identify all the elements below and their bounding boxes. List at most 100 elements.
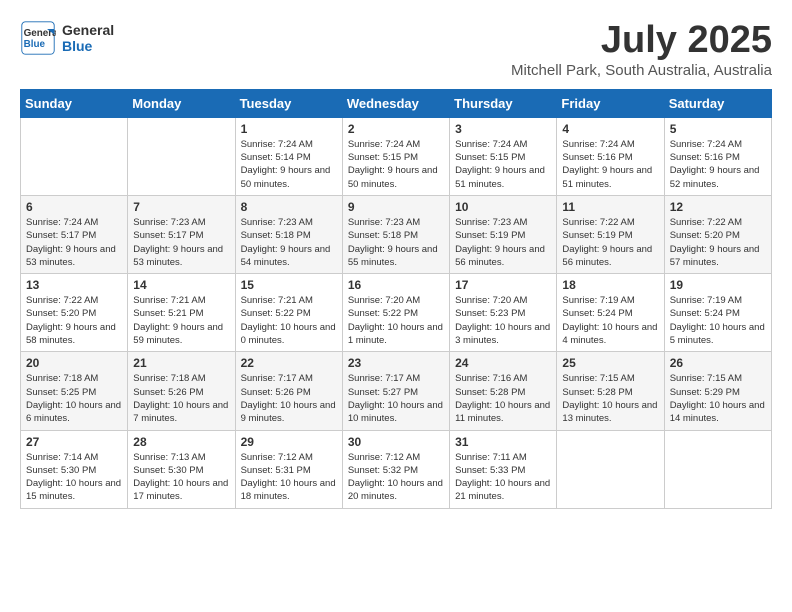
calendar-cell: 19 Sunrise: 7:19 AM Sunset: 5:24 PM Dayli… bbox=[664, 274, 771, 352]
calendar-cell: 1 Sunrise: 7:24 AM Sunset: 5:14 PM Daylig… bbox=[235, 117, 342, 195]
day-info: Sunrise: 7:22 AM Sunset: 5:20 PM Dayligh… bbox=[670, 216, 766, 269]
day-number: 16 bbox=[348, 278, 444, 292]
calendar-cell: 26Sunrise: 7:15 AM Sunset: 5:29 PM Dayli… bbox=[664, 352, 771, 430]
day-number: 12 bbox=[670, 200, 766, 214]
logo-icon: General Blue bbox=[20, 20, 56, 56]
day-info: Sunrise: 7:15 AM Sunset: 5:28 PM Dayligh… bbox=[562, 372, 658, 425]
day-info: Sunrise: 7:20 AM Sunset: 5:23 PM Dayligh… bbox=[455, 294, 551, 347]
day-info: Sunrise: 7:17 AM Sunset: 5:27 PM Dayligh… bbox=[348, 372, 444, 425]
day-info: Sunrise: 7:22 AM Sunset: 5:19 PM Dayligh… bbox=[562, 216, 658, 269]
day-of-week-header: Sunday bbox=[21, 89, 128, 117]
day-number: 1 bbox=[241, 122, 337, 136]
day-number: 27 bbox=[26, 435, 122, 449]
day-info: Sunrise: 7:24 AM Sunset: 5:16 PM Dayligh… bbox=[670, 138, 766, 191]
calendar-cell: 17 Sunrise: 7:20 AM Sunset: 5:23 PM Dayli… bbox=[450, 274, 557, 352]
day-number: 11 bbox=[562, 200, 658, 214]
day-number: 17 bbox=[455, 278, 551, 292]
calendar-cell: 27 Sunrise: 7:14 AM Sunset: 5:30 PM Dayli… bbox=[21, 430, 128, 508]
day-number: 13 bbox=[26, 278, 122, 292]
location-title: Mitchell Park, South Australia, Australi… bbox=[511, 62, 772, 79]
day-info: Sunrise: 7:20 AM Sunset: 5:22 PM Dayligh… bbox=[348, 294, 444, 347]
logo-text-line1: General bbox=[62, 22, 114, 38]
svg-text:Blue: Blue bbox=[24, 39, 46, 50]
calendar-week-row: 1 Sunrise: 7:24 AM Sunset: 5:14 PM Daylig… bbox=[21, 117, 772, 195]
day-info: Sunrise: 7:19 AM Sunset: 5:24 PM Dayligh… bbox=[562, 294, 658, 347]
day-info: Sunrise: 7:17 AM Sunset: 5:26 PM Dayligh… bbox=[241, 372, 337, 425]
calendar-week-row: 6 Sunrise: 7:24 AM Sunset: 5:17 PM Daylig… bbox=[21, 195, 772, 273]
day-number: 25 bbox=[562, 356, 658, 370]
calendar-cell: 24 Sunrise: 7:16 AM Sunset: 5:28 PM Dayli… bbox=[450, 352, 557, 430]
day-number: 24 bbox=[455, 356, 551, 370]
day-number: 20 bbox=[26, 356, 122, 370]
day-number: 2 bbox=[348, 122, 444, 136]
day-number: 18 bbox=[562, 278, 658, 292]
calendar-cell: 9Sunrise: 7:23 AM Sunset: 5:18 PM Daylig… bbox=[342, 195, 449, 273]
calendar-cell: 25 Sunrise: 7:15 AM Sunset: 5:28 PM Dayli… bbox=[557, 352, 664, 430]
calendar-cell: 3 Sunrise: 7:24 AM Sunset: 5:15 PM Daylig… bbox=[450, 117, 557, 195]
day-number: 22 bbox=[241, 356, 337, 370]
calendar-cell: 14 Sunrise: 7:21 AM Sunset: 5:21 PM Dayli… bbox=[128, 274, 235, 352]
day-of-week-header: Wednesday bbox=[342, 89, 449, 117]
day-number: 23 bbox=[348, 356, 444, 370]
day-number: 6 bbox=[26, 200, 122, 214]
calendar-cell bbox=[557, 430, 664, 508]
calendar-cell: 23 Sunrise: 7:17 AM Sunset: 5:27 PM Dayli… bbox=[342, 352, 449, 430]
day-of-week-header: Friday bbox=[557, 89, 664, 117]
day-number: 5 bbox=[670, 122, 766, 136]
day-of-week-header: Saturday bbox=[664, 89, 771, 117]
day-info: Sunrise: 7:23 AM Sunset: 5:19 PM Dayligh… bbox=[455, 216, 551, 269]
day-info: Sunrise: 7:21 AM Sunset: 5:21 PM Dayligh… bbox=[133, 294, 229, 347]
calendar-week-row: 27 Sunrise: 7:14 AM Sunset: 5:30 PM Dayli… bbox=[21, 430, 772, 508]
calendar-cell bbox=[664, 430, 771, 508]
day-info: Sunrise: 7:12 AM Sunset: 5:32 PM Dayligh… bbox=[348, 451, 444, 504]
logo: General Blue General Blue bbox=[20, 20, 114, 56]
day-number: 3 bbox=[455, 122, 551, 136]
calendar-cell: 31 Sunrise: 7:11 AM Sunset: 5:33 PM Dayli… bbox=[450, 430, 557, 508]
day-number: 19 bbox=[670, 278, 766, 292]
day-info: Sunrise: 7:22 AM Sunset: 5:20 PM Dayligh… bbox=[26, 294, 122, 347]
calendar-cell: 16 Sunrise: 7:20 AM Sunset: 5:22 PM Dayli… bbox=[342, 274, 449, 352]
day-info: Sunrise: 7:24 AM Sunset: 5:17 PM Dayligh… bbox=[26, 216, 122, 269]
calendar-cell: 6 Sunrise: 7:24 AM Sunset: 5:17 PM Daylig… bbox=[21, 195, 128, 273]
page-header: General Blue General Blue July 2025 Mitc… bbox=[20, 20, 772, 79]
calendar-cell: 29 Sunrise: 7:12 AM Sunset: 5:31 PM Dayli… bbox=[235, 430, 342, 508]
day-number: 10 bbox=[455, 200, 551, 214]
day-info: Sunrise: 7:13 AM Sunset: 5:30 PM Dayligh… bbox=[133, 451, 229, 504]
calendar-cell: 28Sunrise: 7:13 AM Sunset: 5:30 PM Dayli… bbox=[128, 430, 235, 508]
day-info: Sunrise: 7:19 AM Sunset: 5:24 PM Dayligh… bbox=[670, 294, 766, 347]
day-info: Sunrise: 7:16 AM Sunset: 5:28 PM Dayligh… bbox=[455, 372, 551, 425]
calendar-cell: 8Sunrise: 7:23 AM Sunset: 5:18 PM Daylig… bbox=[235, 195, 342, 273]
day-info: Sunrise: 7:15 AM Sunset: 5:29 PM Dayligh… bbox=[670, 372, 766, 425]
day-info: Sunrise: 7:18 AM Sunset: 5:25 PM Dayligh… bbox=[26, 372, 122, 425]
day-info: Sunrise: 7:23 AM Sunset: 5:17 PM Dayligh… bbox=[133, 216, 229, 269]
day-info: Sunrise: 7:24 AM Sunset: 5:14 PM Dayligh… bbox=[241, 138, 337, 191]
day-info: Sunrise: 7:24 AM Sunset: 5:15 PM Dayligh… bbox=[348, 138, 444, 191]
logo-text-line2: Blue bbox=[62, 38, 114, 54]
day-number: 15 bbox=[241, 278, 337, 292]
day-number: 7 bbox=[133, 200, 229, 214]
day-number: 31 bbox=[455, 435, 551, 449]
day-number: 8 bbox=[241, 200, 337, 214]
day-info: Sunrise: 7:12 AM Sunset: 5:31 PM Dayligh… bbox=[241, 451, 337, 504]
day-number: 29 bbox=[241, 435, 337, 449]
day-number: 21 bbox=[133, 356, 229, 370]
day-info: Sunrise: 7:11 AM Sunset: 5:33 PM Dayligh… bbox=[455, 451, 551, 504]
title-area: July 2025 Mitchell Park, South Australia… bbox=[511, 20, 772, 79]
day-info: Sunrise: 7:14 AM Sunset: 5:30 PM Dayligh… bbox=[26, 451, 122, 504]
calendar-cell: 11 Sunrise: 7:22 AM Sunset: 5:19 PM Dayli… bbox=[557, 195, 664, 273]
day-number: 14 bbox=[133, 278, 229, 292]
calendar-cell: 21 Sunrise: 7:18 AM Sunset: 5:26 PM Dayli… bbox=[128, 352, 235, 430]
day-of-week-header: Monday bbox=[128, 89, 235, 117]
day-info: Sunrise: 7:18 AM Sunset: 5:26 PM Dayligh… bbox=[133, 372, 229, 425]
day-info: Sunrise: 7:24 AM Sunset: 5:15 PM Dayligh… bbox=[455, 138, 551, 191]
calendar-cell bbox=[128, 117, 235, 195]
day-of-week-header: Tuesday bbox=[235, 89, 342, 117]
calendar-cell: 15Sunrise: 7:21 AM Sunset: 5:22 PM Dayli… bbox=[235, 274, 342, 352]
day-number: 4 bbox=[562, 122, 658, 136]
calendar-cell: 20 Sunrise: 7:18 AM Sunset: 5:25 PM Dayli… bbox=[21, 352, 128, 430]
day-number: 9 bbox=[348, 200, 444, 214]
calendar-cell: 12 Sunrise: 7:22 AM Sunset: 5:20 PM Dayli… bbox=[664, 195, 771, 273]
calendar-cell: 10 Sunrise: 7:23 AM Sunset: 5:19 PM Dayli… bbox=[450, 195, 557, 273]
calendar-table: SundayMondayTuesdayWednesdayThursdayFrid… bbox=[20, 89, 772, 509]
calendar-cell: 13 Sunrise: 7:22 AM Sunset: 5:20 PM Dayli… bbox=[21, 274, 128, 352]
